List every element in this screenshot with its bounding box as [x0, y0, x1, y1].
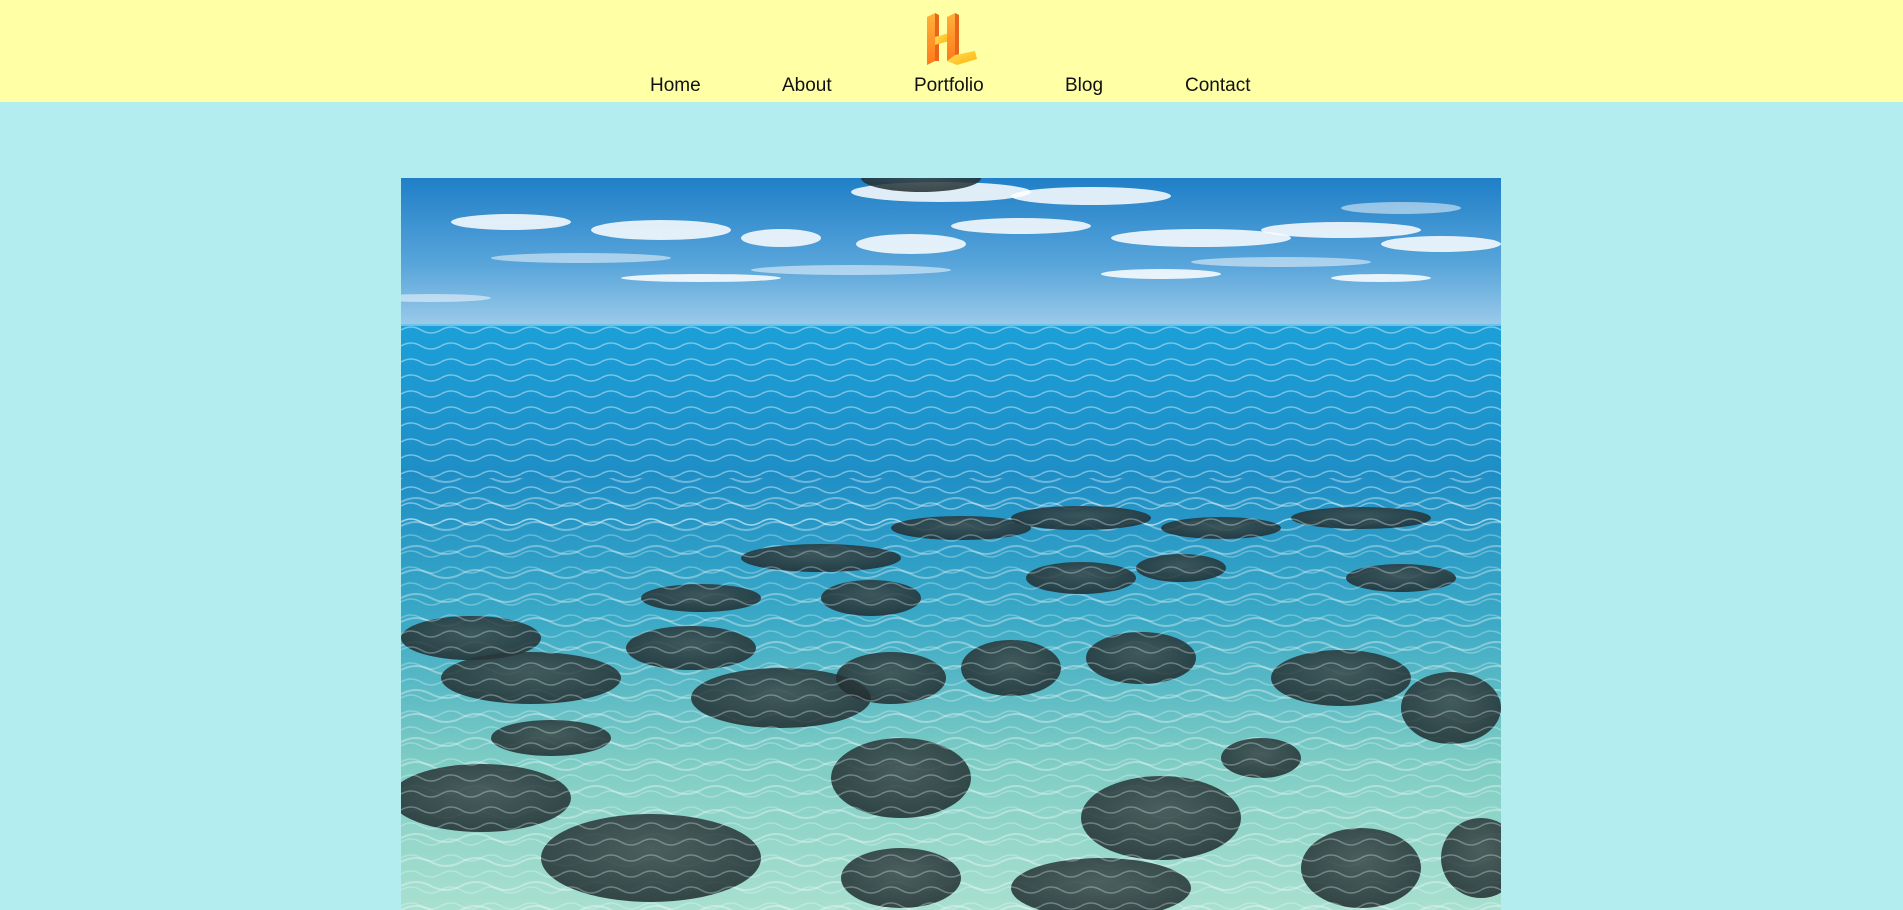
site-header: Home About Portfolio Blog Contact — [0, 0, 1903, 102]
nav-link-portfolio[interactable]: Portfolio — [914, 74, 984, 98]
ocean-reef-image — [401, 178, 1501, 910]
nav-link-contact[interactable]: Contact — [1185, 74, 1250, 98]
hl-logo-icon[interactable] — [923, 11, 979, 67]
nav-link-blog[interactable]: Blog — [1065, 74, 1103, 98]
main-nav: Home About Portfolio Blog Contact — [0, 74, 1903, 100]
nav-link-about[interactable]: About — [782, 74, 832, 98]
nav-link-home[interactable]: Home — [650, 74, 701, 98]
